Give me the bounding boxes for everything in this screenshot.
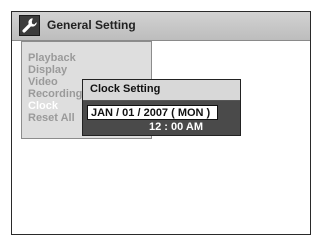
dialog-title: Clock Setting [90, 83, 161, 95]
date-field[interactable]: JAN / 01 / 2007 ( MON ) [87, 105, 218, 120]
menu-item-reset-all[interactable]: Reset All [28, 112, 75, 124]
menu-item-display[interactable]: Display [28, 64, 67, 76]
clock-setting-dialog: Clock Setting JAN / 01 / 2007 ( MON ) 12… [82, 79, 241, 136]
wrench-icon [19, 15, 40, 36]
page-title: General Setting [47, 18, 136, 32]
wrench-icon-glyph [22, 18, 37, 33]
menu-item-playback[interactable]: Playback [28, 52, 76, 64]
dialog-header: Clock Setting [83, 80, 240, 101]
date-value: JAN / 01 / 2007 ( MON ) [91, 107, 211, 119]
settings-screen: General Setting Playback Display Video R… [11, 11, 311, 235]
time-field[interactable]: 12 : 00 AM [149, 121, 203, 133]
menu-header: General Setting [12, 12, 310, 41]
menu-item-video[interactable]: Video [28, 76, 58, 88]
menu-item-clock[interactable]: Clock [28, 100, 58, 112]
menu-item-recording[interactable]: Recording [28, 88, 82, 100]
